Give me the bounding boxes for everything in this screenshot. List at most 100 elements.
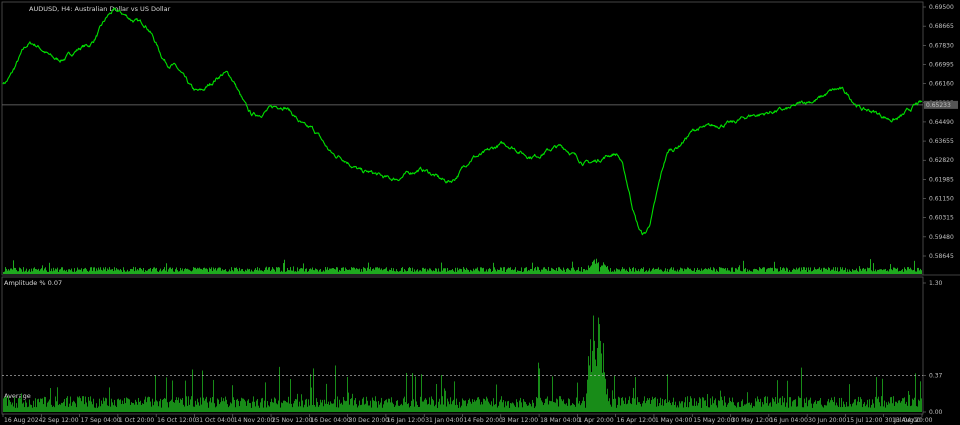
amplitude-bar xyxy=(731,402,732,412)
amplitude-bar xyxy=(449,404,450,412)
amplitude-bar xyxy=(198,402,199,412)
volume-bar xyxy=(368,262,369,274)
amplitude-bar xyxy=(330,401,331,412)
volume-bar xyxy=(669,269,670,274)
amplitude-bar xyxy=(148,396,149,412)
price-tick-label: 0.59480 xyxy=(929,234,954,241)
amplitude-bar xyxy=(444,388,445,412)
amplitude-bar xyxy=(776,403,777,412)
volume-bar xyxy=(170,267,171,274)
trading-chart[interactable]: AUDUSD, H4: Australian Dollar vs US Doll… xyxy=(0,0,960,425)
amplitude-bar xyxy=(467,403,468,412)
amplitude-bar xyxy=(138,397,139,412)
volume-bar xyxy=(24,271,25,274)
amplitude-bar xyxy=(412,373,413,412)
volume-bar xyxy=(530,268,531,274)
amplitude-bar xyxy=(161,407,162,412)
volume-bar xyxy=(251,269,252,274)
amplitude-bar xyxy=(184,406,185,412)
amplitude-bar xyxy=(780,397,781,412)
volume-bar xyxy=(886,271,887,274)
amplitude-bar xyxy=(881,396,882,412)
amplitude-bar xyxy=(395,405,396,412)
amplitude-bar xyxy=(902,398,903,412)
volume-bar xyxy=(589,267,590,274)
amplitude-bar xyxy=(97,407,98,412)
volume-bar xyxy=(778,271,779,274)
volume-bar xyxy=(21,269,22,274)
amplitude-bar xyxy=(743,405,744,412)
amplitude-bar xyxy=(535,406,536,412)
amplitude-bar xyxy=(43,404,44,412)
volume-bar xyxy=(814,267,815,274)
volume-bar xyxy=(78,269,79,274)
amplitude-bar xyxy=(596,366,597,412)
volume-bar xyxy=(601,265,602,274)
amplitude-bar xyxy=(905,403,906,412)
amplitude-bar xyxy=(823,407,824,412)
volume-bar xyxy=(209,267,210,274)
volume-bar xyxy=(166,263,167,274)
amplitude-bar xyxy=(714,400,715,412)
volume-bar xyxy=(842,267,843,274)
amplitude-bar xyxy=(273,402,274,412)
volume-bar xyxy=(877,269,878,274)
amplitude-bar xyxy=(153,405,154,412)
volume-bar xyxy=(809,270,810,274)
volume-bar xyxy=(25,270,26,274)
volume-bar xyxy=(61,267,62,274)
volume-bar xyxy=(229,269,230,274)
amplitude-bar xyxy=(458,407,459,412)
amplitude-bar xyxy=(578,403,579,412)
amplitude-bar xyxy=(368,405,369,412)
amplitude-bar xyxy=(499,401,500,412)
amplitude-bar xyxy=(662,398,663,412)
volume-bar xyxy=(233,271,234,274)
amplitude-bar xyxy=(497,407,498,412)
amplitude-bar xyxy=(669,400,670,412)
volume-bar xyxy=(921,270,922,274)
amplitude-bar xyxy=(613,399,614,412)
amplitude-bar xyxy=(375,396,376,412)
amplitude-bar xyxy=(696,401,697,412)
volume-bar xyxy=(919,270,920,274)
amplitude-bar xyxy=(250,403,251,412)
amplitude-bar xyxy=(814,401,815,412)
volume-bar xyxy=(655,268,656,274)
amplitude-bar xyxy=(354,400,355,412)
volume-bar xyxy=(188,269,189,274)
volume-bar xyxy=(298,271,299,274)
volume-bar xyxy=(572,261,573,274)
volume-bar xyxy=(434,271,435,274)
amplitude-bar xyxy=(326,383,327,412)
volume-bar xyxy=(902,269,903,274)
volume-bar xyxy=(756,269,757,274)
volume-bar xyxy=(126,271,127,274)
amplitude-bar xyxy=(389,398,390,412)
volume-bar xyxy=(734,271,735,274)
volume-bar xyxy=(745,267,746,274)
amplitude-bar xyxy=(29,399,30,412)
amplitude-bar xyxy=(653,399,654,412)
amplitude-bar xyxy=(390,402,391,412)
volume-bar xyxy=(468,270,469,274)
volume-bar xyxy=(216,270,217,274)
amplitude-bar xyxy=(448,401,449,412)
volume-bar xyxy=(349,269,350,274)
volume-bar xyxy=(774,261,775,274)
volume-bar xyxy=(316,269,317,274)
volume-bar xyxy=(853,270,854,274)
amplitude-bar xyxy=(719,400,720,412)
amplitude-bar xyxy=(22,403,23,412)
amplitude-bar xyxy=(697,405,698,412)
volume-bar xyxy=(407,270,408,274)
volume-bar xyxy=(384,269,385,274)
amplitude-bar xyxy=(24,407,25,412)
volume-bar xyxy=(95,271,96,274)
amplitude-bar xyxy=(492,406,493,412)
amplitude-bar xyxy=(142,403,143,412)
amplitude-bar xyxy=(604,372,605,412)
amplitude-bar xyxy=(568,398,569,412)
volume-bar xyxy=(675,270,676,274)
volume-bar xyxy=(779,271,780,274)
